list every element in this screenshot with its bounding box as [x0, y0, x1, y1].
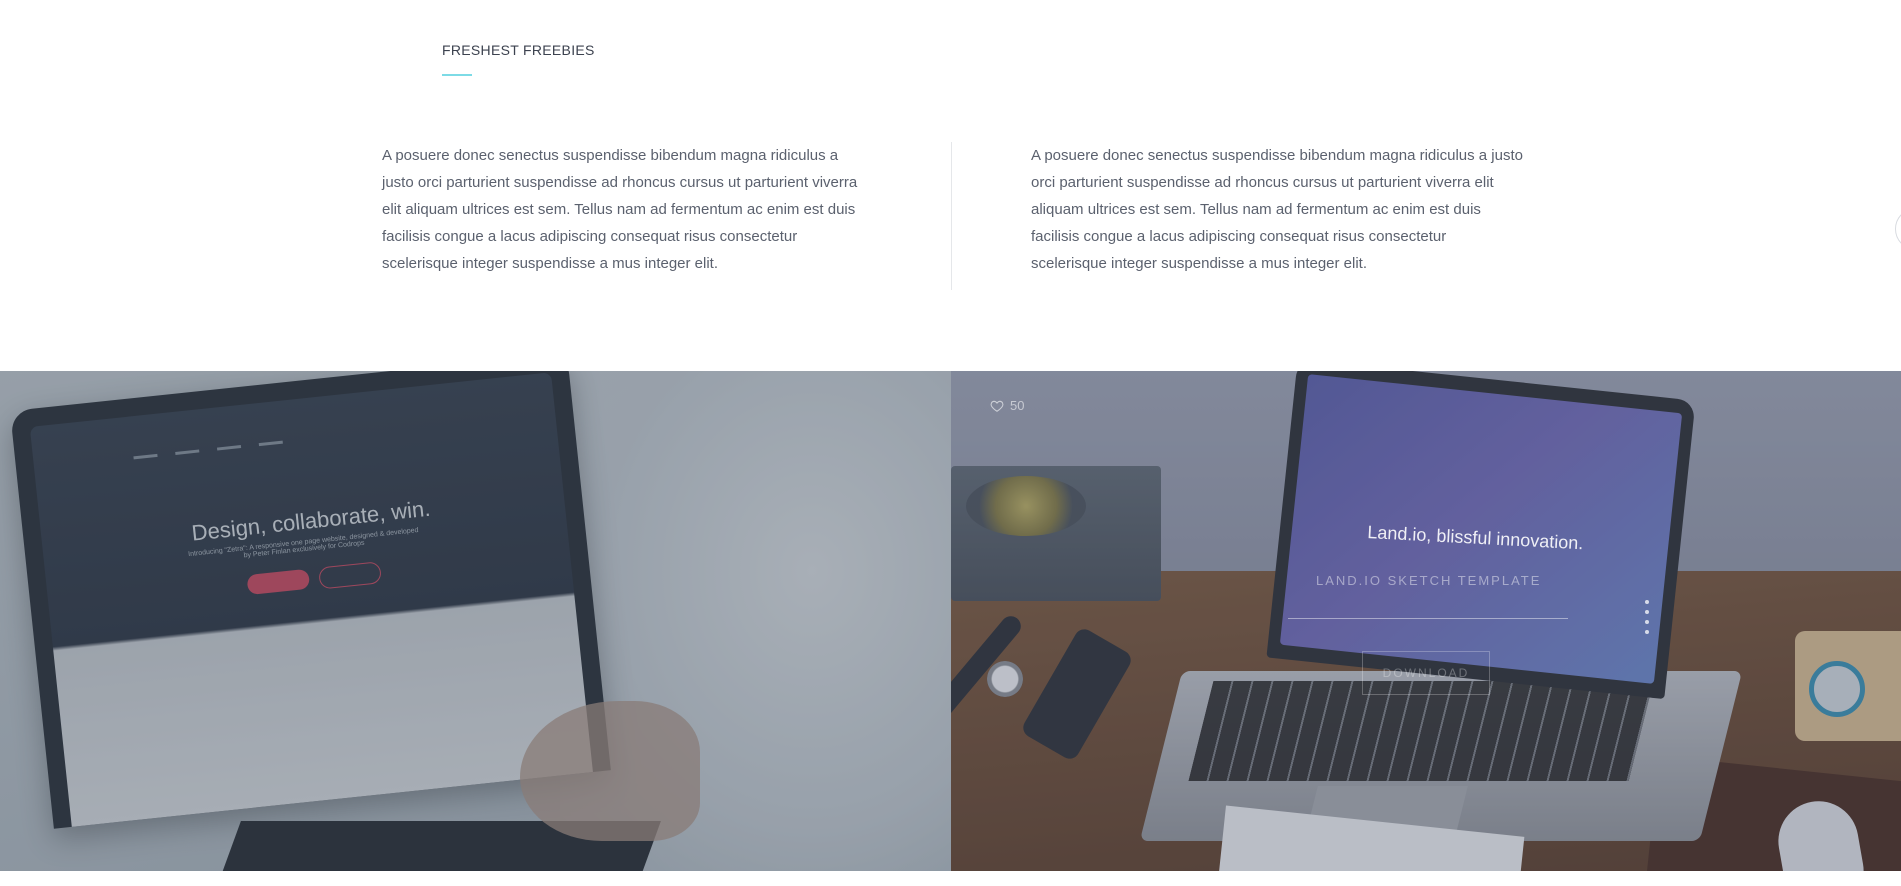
scroll-edge-button[interactable]: [1895, 208, 1901, 250]
left-tile-overlay: [0, 371, 951, 871]
heart-icon: [990, 400, 1004, 412]
right-tile-overlay: [951, 371, 1901, 871]
download-button[interactable]: DOWNLOAD: [1362, 651, 1490, 695]
template-title: LAND.IO SKETCH TEMPLATE: [1316, 573, 1542, 588]
page: FRESHEST FREEBIES A posuere donec senect…: [0, 0, 1901, 886]
text-column-left: A posuere donec senectus suspendisse bib…: [382, 147, 858, 272]
pagination-dot: [1645, 600, 1649, 604]
pagination-dot: [1645, 610, 1649, 614]
title-underline: [442, 74, 472, 76]
template-title-underline: [1288, 618, 1568, 619]
gallery: Design, collaborate, win. Introducing "Z…: [0, 371, 1901, 871]
pagination-dot: [1645, 620, 1649, 624]
pagination-dot: [1645, 630, 1649, 634]
text-column-right: A posuere donec senectus suspendisse bib…: [1031, 147, 1523, 272]
gallery-tile-landio[interactable]: [951, 371, 1901, 871]
like-counter[interactable]: 50: [990, 398, 1024, 413]
section-title: FRESHEST FREEBIES: [442, 42, 595, 58]
like-count: 50: [1010, 398, 1025, 413]
screen-pagination-dots: [1645, 600, 1649, 634]
column-divider: [951, 142, 952, 290]
gallery-tile-design[interactable]: Design, collaborate, win. Introducing "Z…: [0, 371, 951, 871]
